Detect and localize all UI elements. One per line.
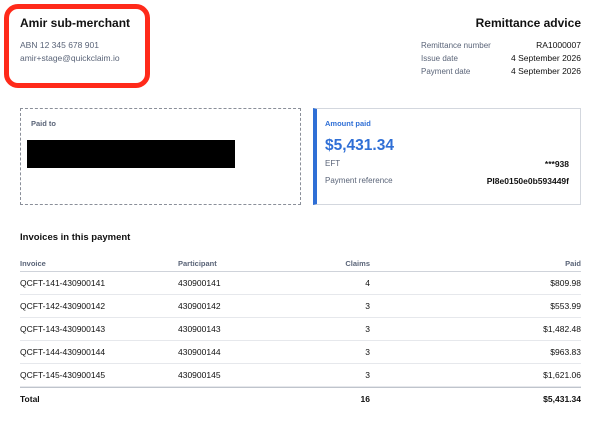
invoice-number: QCFT-143-430900143 [20,324,106,334]
payment-method-row: EFT ***938 [325,159,569,169]
table-total-row: Total 16 $5,431.34 [20,387,581,409]
paid-amount: $1,621.06 [543,370,581,380]
amount-paid-card: Amount paid $5,431.34 EFT ***938 Payment… [313,108,581,205]
payment-method-label: EFT [325,159,341,168]
meta-row-payment-date: Payment date 4 September 2026 [421,65,581,78]
paid-to-label: Paid to [31,119,57,128]
meta-value: RA1000007 [536,40,581,50]
invoice-number: QCFT-145-430900145 [20,370,106,380]
payment-reference-value: PI8e0150e0b593449f [486,176,569,186]
claims-count: 3 [365,347,370,357]
participant-id: 430900143 [178,324,221,334]
paid-amount: $809.98 [550,278,581,288]
amount-paid-label: Amount paid [325,119,371,128]
total-label: Total [20,393,40,404]
claims-count: 3 [365,324,370,334]
remittance-meta: Remittance number RA1000007 Issue date 4… [421,39,581,78]
table-row: QCFT-144-430900144 430900144 3 $963.83 [20,341,581,364]
meta-label: Remittance number [421,41,491,50]
column-header-invoice: Invoice [20,258,46,268]
table-header-row: Invoice Participant Claims Paid [20,255,581,272]
invoice-number: QCFT-142-430900142 [20,301,106,311]
paid-amount: $963.83 [550,347,581,357]
amount-paid-value: $5,431.34 [325,137,394,154]
meta-value: 4 September 2026 [511,53,581,63]
invoices-section-title: Invoices in this payment [20,232,131,243]
paid-to-card: Paid to [20,108,301,205]
participant-id: 430900144 [178,347,221,357]
invoice-number: QCFT-144-430900144 [20,347,106,357]
invoices-table: Invoice Participant Claims Paid QCFT-141… [20,255,581,409]
merchant-email: amir+stage@quickclaim.io [20,53,120,63]
claims-count: 4 [365,278,370,288]
participant-id: 430900141 [178,278,221,288]
table-row: QCFT-142-430900142 430900142 3 $553.99 [20,295,581,318]
total-paid: $5,431.34 [543,393,581,404]
table-row: QCFT-143-430900143 430900143 3 $1,482.48 [20,318,581,341]
merchant-abn: ABN 12 345 678 901 [20,40,99,50]
table-row: QCFT-141-430900141 430900141 4 $809.98 [20,272,581,295]
payment-method-value: ***938 [544,159,569,169]
paid-amount: $553.99 [550,301,581,311]
column-header-paid: Paid [565,258,581,268]
paid-amount: $1,482.48 [543,324,581,334]
table-row: QCFT-145-430900145 430900145 3 $1,621.06 [20,364,581,387]
payment-reference-label: Payment reference [325,176,393,185]
total-claims: 16 [360,393,370,404]
merchant-name: Amir sub-merchant [20,16,131,30]
redacted-payee-block [27,140,235,168]
meta-label: Issue date [421,54,458,63]
meta-label: Payment date [421,67,471,76]
meta-value: 4 September 2026 [511,66,581,76]
claims-count: 3 [365,370,370,380]
invoice-number: QCFT-141-430900141 [20,278,106,288]
document-title: Remittance advice [475,16,581,30]
payment-reference-row: Payment reference PI8e0150e0b593449f [325,176,569,186]
column-header-claims: Claims [345,258,370,268]
participant-id: 430900145 [178,370,221,380]
column-header-participant: Participant [178,258,217,268]
claims-count: 3 [365,301,370,311]
meta-row-remittance-number: Remittance number RA1000007 [421,39,581,52]
meta-row-issue-date: Issue date 4 September 2026 [421,52,581,65]
participant-id: 430900142 [178,301,221,311]
